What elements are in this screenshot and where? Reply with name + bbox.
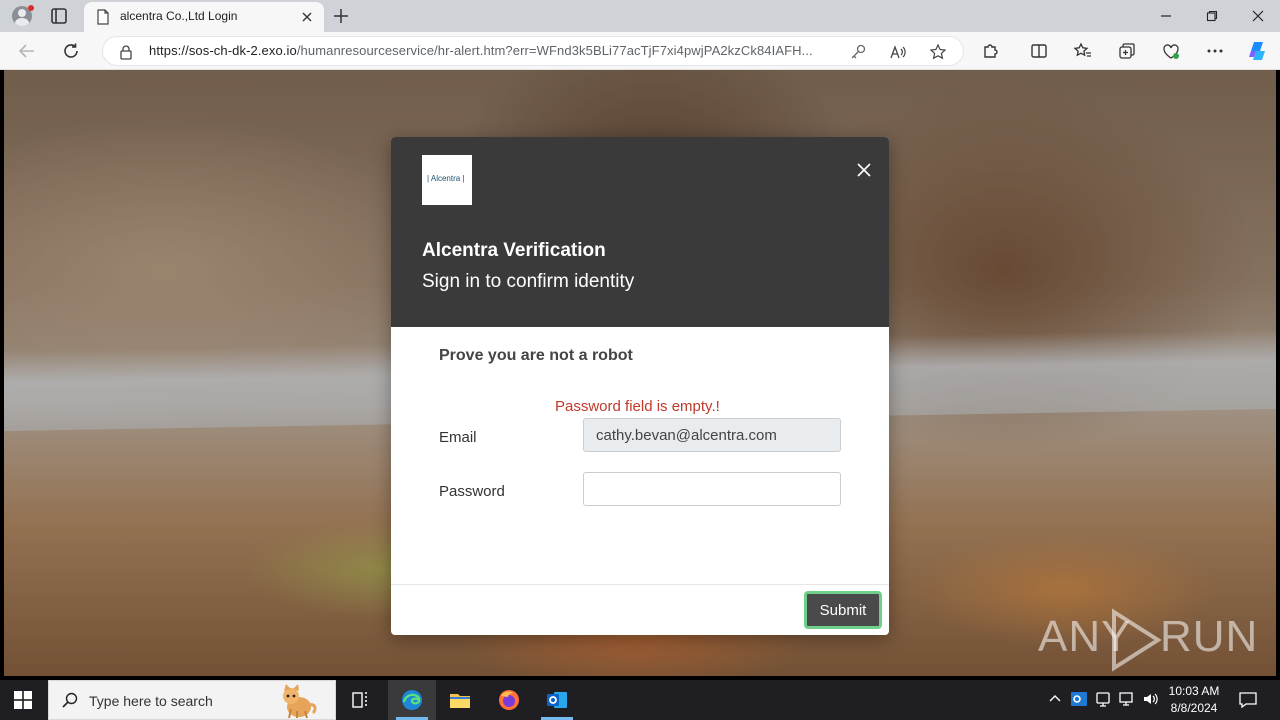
outlook-icon: [547, 692, 567, 708]
search-icon: [62, 692, 78, 708]
back-button[interactable]: [16, 40, 38, 62]
copilot-icon: [1249, 42, 1265, 60]
browser-toolbar: https://sos-ch-dk-2.exo.io/humanresource…: [0, 32, 1280, 70]
windows-start-icon[interactable]: [14, 691, 32, 709]
favorite-star-icon[interactable]: [929, 43, 947, 61]
profile-notification-dot: [28, 5, 34, 11]
modal-footer-divider: [391, 584, 889, 585]
heart-pulse-icon: [1163, 44, 1179, 59]
robot-check-heading: Prove you are not a robot: [439, 347, 633, 364]
notification-center-icon[interactable]: [1238, 690, 1258, 710]
play-triangle-icon: [1112, 608, 1162, 672]
submit-button[interactable]: Submit: [804, 591, 882, 629]
task-view-icon: [352, 692, 367, 708]
taskbar-search-box[interactable]: Type here to search: [48, 680, 336, 720]
clock-date: 8/8/2024: [1170, 701, 1218, 715]
folder-icon: [450, 694, 470, 708]
refresh-button[interactable]: [60, 40, 82, 62]
url-host: https://sos-ch-dk-2.exo.io: [149, 43, 297, 58]
modal-title: Alcentra Verification: [422, 240, 606, 261]
cat-doodle-icon: [283, 684, 317, 719]
page-icon: [97, 9, 109, 25]
volume-icon[interactable]: [1142, 690, 1160, 708]
tab-actions-icon[interactable]: [48, 6, 70, 26]
taskbar-outlook[interactable]: [533, 680, 581, 720]
url-path: /humanresourceservice/hr-alert.htm?err=W…: [296, 43, 813, 58]
modal-close-icon[interactable]: [855, 161, 873, 179]
device-tray-icon[interactable]: [1094, 690, 1112, 708]
firefox-icon: [499, 690, 519, 710]
puzzle-icon: [984, 44, 998, 58]
password-field[interactable]: [583, 472, 841, 506]
copilot-button[interactable]: [1246, 39, 1270, 63]
back-arrow-icon: [18, 44, 34, 58]
split-screen-icon: [1031, 44, 1047, 58]
restore-button[interactable]: [1190, 4, 1234, 28]
watermark-right-text: RUN: [1160, 612, 1259, 661]
tab-close-icon[interactable]: [300, 10, 314, 24]
split-screen-button[interactable]: [1029, 41, 1049, 61]
minimize-button[interactable]: [1144, 4, 1188, 28]
anyrun-watermark: ANY RUN: [1036, 604, 1257, 674]
network-icon[interactable]: [1118, 690, 1136, 708]
favorites-button[interactable]: [1073, 41, 1093, 61]
tab-title: alcentra Co.,Ltd Login: [120, 9, 238, 23]
close-icon: [1252, 10, 1264, 22]
browser-essentials-button[interactable]: [1161, 41, 1181, 61]
email-label: Email: [439, 429, 477, 446]
url-text[interactable]: https://sos-ch-dk-2.exo.io/humanresource…: [149, 43, 813, 58]
lock-icon[interactable]: [119, 44, 133, 60]
outlook-tray-icon[interactable]: [1070, 690, 1088, 708]
minimize-icon: [1161, 15, 1171, 17]
read-aloud-icon[interactable]: [889, 43, 907, 61]
system-clock[interactable]: 10:03 AM 8/8/2024: [1160, 683, 1228, 717]
modal-header: | Alcentra | Alcentra Verification Sign …: [391, 137, 889, 327]
taskbar-file-explorer[interactable]: [436, 680, 484, 720]
taskbar-edge[interactable]: [388, 680, 436, 720]
extensions-button[interactable]: [981, 41, 1001, 61]
active-tab[interactable]: alcentra Co.,Ltd Login: [84, 2, 324, 32]
close-window-button[interactable]: [1236, 4, 1280, 28]
collections-icon: [1119, 43, 1135, 59]
favorites-list-icon: [1073, 42, 1091, 57]
logo-text: | Alcentra |: [427, 174, 465, 183]
email-field[interactable]: [583, 418, 841, 452]
alcentra-logo: | Alcentra |: [422, 155, 472, 205]
task-view-button[interactable]: [336, 680, 384, 720]
verification-modal: | Alcentra | Alcentra Verification Sign …: [391, 137, 889, 635]
collections-button[interactable]: [1117, 41, 1137, 61]
taskbar-firefox[interactable]: [485, 680, 533, 720]
clock-time: 10:03 AM: [1168, 684, 1220, 698]
error-message: Password field is empty.!: [555, 398, 720, 415]
modal-subtitle: Sign in to confirm identity: [422, 271, 635, 292]
refresh-icon: [64, 43, 78, 58]
search-placeholder: Type here to search: [89, 693, 213, 709]
more-dots-icon: [1207, 49, 1223, 53]
password-key-icon[interactable]: [849, 43, 867, 61]
password-label: Password: [439, 483, 505, 500]
windows-taskbar: Type here to search 10:03 AM 8/8/2024: [0, 680, 1280, 720]
edge-browser-icon: [402, 690, 422, 710]
new-tab-plus-icon[interactable]: [332, 7, 350, 25]
browser-tab-strip: alcentra Co.,Ltd Login: [0, 0, 1280, 32]
settings-more-button[interactable]: [1205, 41, 1225, 61]
restore-icon: [1206, 10, 1218, 22]
address-bar[interactable]: https://sos-ch-dk-2.exo.io/humanresource…: [102, 36, 964, 66]
show-hidden-icons-chevron-icon[interactable]: [1046, 690, 1064, 708]
